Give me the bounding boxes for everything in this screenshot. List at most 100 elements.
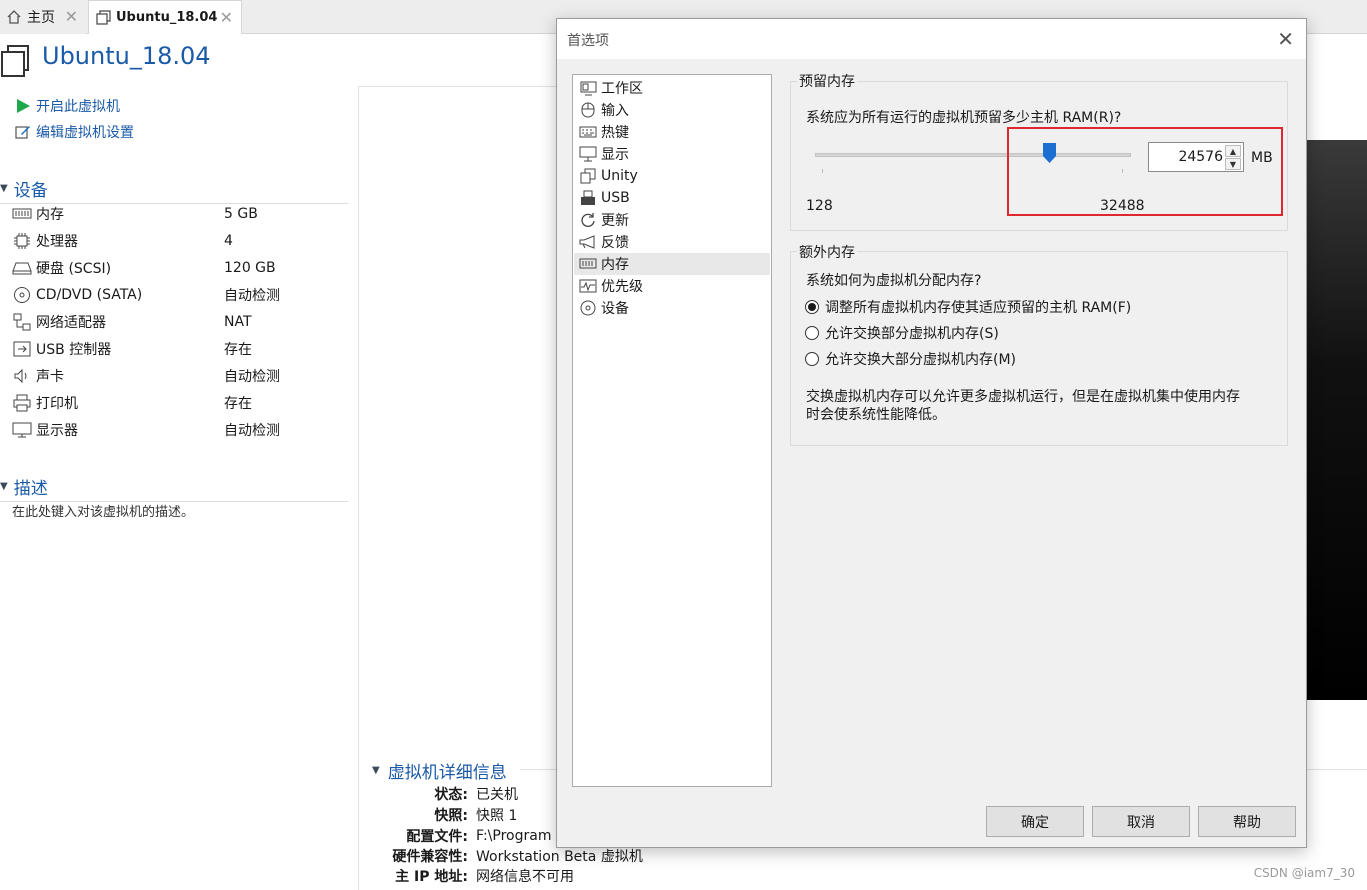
device-row-sound[interactable]: 声卡 自动检测 [12, 365, 352, 387]
slider-tick [822, 169, 823, 173]
nav-item-input[interactable]: 输入 [574, 99, 770, 121]
nav-item-unity[interactable]: Unity [574, 165, 770, 187]
device-row-memory[interactable]: 内存 5 GB [12, 203, 352, 225]
nav-label: 更新 [601, 213, 629, 229]
close-icon[interactable]: ✕ [1277, 27, 1294, 51]
detail-row-ip: 主 IP 地址: 网络信息不可用 [372, 865, 574, 886]
device-row-usb[interactable]: USB 控制器 存在 [12, 338, 352, 360]
detail-key: 配置文件: [406, 828, 468, 845]
edit-settings-button[interactable]: 编辑虚拟机设置 [14, 122, 134, 142]
nav-label: 输入 [601, 103, 629, 119]
tab-vm-label: Ubuntu_18.04 [116, 10, 218, 25]
device-row-cpu[interactable]: 处理器 4 [12, 230, 352, 252]
preferences-dialog: 首选项 ✕ 工作区 输入 热键 显示 Unity USB 更新 反馈 内存 优先… [556, 18, 1307, 848]
tab-home-label: 主页 [27, 10, 55, 26]
nav-label: 内存 [601, 257, 629, 273]
nav-item-hotkeys[interactable]: 热键 [574, 121, 770, 143]
description-field[interactable]: 在此处键入对该虚拟机的描述。 [12, 501, 194, 520]
device-value: 4 [224, 233, 233, 249]
nav-item-display[interactable]: 显示 [574, 143, 770, 165]
radio-swap-most[interactable]: 允许交换大部分虚拟机内存(M) [805, 349, 1016, 369]
nav-label: Unity [601, 168, 638, 184]
close-icon[interactable]: ✕ [65, 7, 78, 26]
nav-label: USB [601, 190, 630, 206]
memory-icon [12, 205, 32, 223]
radio-label: 调整所有虚拟机内存使其适应预留的主机 RAM(F) [825, 300, 1132, 316]
extra-memory-label: 额外内存 [797, 242, 857, 262]
vm-screen-preview[interactable] [1306, 140, 1367, 700]
devices-section-header[interactable]: ▼ 设备 [0, 176, 348, 204]
device-row-network[interactable]: 网络适配器 NAT [12, 311, 352, 333]
unity-icon [579, 168, 597, 184]
nav-item-memory[interactable]: 内存 [574, 253, 770, 275]
ok-button[interactable]: 确定 [986, 806, 1084, 837]
nav-label: 工作区 [601, 81, 643, 97]
hard-disk-icon [12, 259, 32, 277]
nav-label: 优先级 [601, 279, 643, 295]
radio-button[interactable] [805, 352, 819, 366]
swap-note-line1: 交换虚拟机内存可以允许更多虚拟机运行，但是在虚拟机集中使用内存 [806, 389, 1240, 405]
radio-button[interactable] [805, 300, 819, 314]
radio-swap-some[interactable]: 允许交换部分虚拟机内存(S) [805, 323, 999, 343]
device-value: 存在 [224, 342, 252, 358]
printer-icon [12, 394, 32, 412]
keyboard-icon [579, 124, 597, 140]
workspace-icon [579, 80, 597, 96]
device-name: 内存 [36, 207, 64, 223]
vm-details-header[interactable]: ▼ 虚拟机详细信息 [372, 758, 507, 783]
power-on-button[interactable]: 开启此虚拟机 [14, 96, 120, 116]
device-name: 显示器 [36, 423, 78, 439]
preferences-nav: 工作区 输入 热键 显示 Unity USB 更新 反馈 内存 优先级 设备 [572, 74, 772, 787]
device-value: 自动检测 [224, 288, 280, 304]
cd-dvd-icon [12, 286, 32, 304]
vm-icon [95, 10, 111, 26]
slider-min-label: 128 [806, 198, 833, 214]
dialog-titlebar[interactable]: 首选项 ✕ [557, 19, 1306, 59]
display-icon [12, 421, 32, 439]
detail-value: F:\Program [476, 827, 552, 844]
help-button[interactable]: 帮助 [1198, 806, 1296, 837]
device-value: 自动检测 [224, 369, 280, 385]
device-row-cd-dvd[interactable]: CD/DVD (SATA) 自动检测 [12, 284, 352, 306]
device-icon [579, 300, 597, 316]
nav-item-priority[interactable]: 优先级 [574, 275, 770, 297]
nav-item-updates[interactable]: 更新 [574, 209, 770, 231]
vm-details-heading: 虚拟机详细信息 [387, 763, 507, 783]
device-row-display[interactable]: 显示器 自动检测 [12, 419, 352, 441]
close-icon[interactable]: ✕ [220, 8, 233, 27]
device-row-hard-disk[interactable]: 硬盘 (SCSI) 120 GB [12, 257, 352, 279]
tab-vm[interactable]: Ubuntu_18.04 ✕ [88, 0, 242, 34]
vm-title: Ubuntu_18.04 [42, 42, 211, 70]
radio-button[interactable] [805, 326, 819, 340]
description-section-header[interactable]: ▼ 描述 [0, 474, 348, 502]
nav-item-devices[interactable]: 设备 [574, 297, 770, 319]
tab-home[interactable]: 主页 ✕ [0, 0, 86, 34]
usb-icon [579, 190, 597, 206]
usb-icon [12, 340, 32, 358]
device-row-printer[interactable]: 打印机 存在 [12, 392, 352, 414]
refresh-icon [579, 212, 597, 228]
device-name: 硬盘 (SCSI) [36, 261, 112, 277]
sound-card-icon [12, 367, 32, 385]
cancel-button[interactable]: 取消 [1092, 806, 1190, 837]
nav-item-workspace[interactable]: 工作区 [574, 77, 770, 99]
nav-item-usb[interactable]: USB [574, 187, 770, 209]
detail-key: 主 IP 地址: [395, 868, 468, 885]
radio-fit-reserved[interactable]: 调整所有虚拟机内存使其适应预留的主机 RAM(F) [805, 297, 1131, 317]
radio-label: 允许交换大部分虚拟机内存(M) [825, 352, 1017, 368]
detail-row-config-file: 配置文件: F:\Program [372, 825, 551, 846]
device-name: 处理器 [36, 234, 78, 250]
detail-value: Workstation Beta 虚拟机 [476, 848, 643, 865]
nav-item-feedback[interactable]: 反馈 [574, 231, 770, 253]
network-adapter-icon [12, 313, 32, 331]
detail-row-compatibility: 硬件兼容性: Workstation Beta 虚拟机 [372, 845, 643, 866]
device-value: 120 GB [224, 260, 276, 276]
nav-label: 设备 [601, 301, 629, 317]
watermark: CSDN @iam7_30 [1253, 866, 1355, 880]
edit-settings-icon [14, 123, 32, 141]
vm-icon [0, 42, 30, 78]
reserved-memory-label: 预留内存 [797, 71, 857, 91]
highlight-annotation-box [1007, 127, 1283, 216]
divider [358, 86, 359, 890]
device-name: CD/DVD (SATA) [36, 287, 143, 303]
